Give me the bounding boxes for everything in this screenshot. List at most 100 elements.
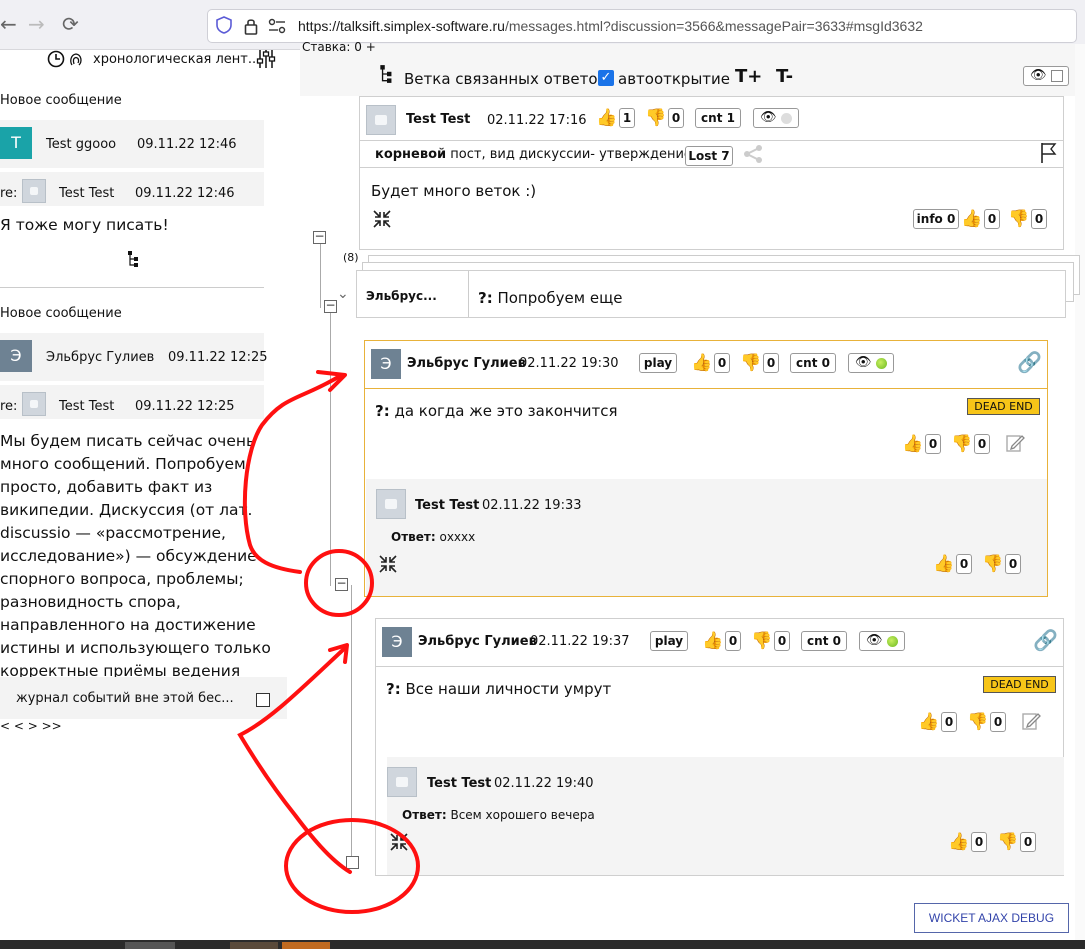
branch-label[interactable]: Ветка связанных ответов (404, 70, 606, 88)
re-author[interactable]: Test Test (59, 186, 114, 201)
branch-tree-icon[interactable] (127, 250, 141, 272)
reload-icon[interactable]: ⟳ (62, 12, 79, 36)
annotation-arrowhead-upper (316, 370, 347, 392)
dislikes-count: 0 (1020, 832, 1036, 852)
question-mark: ?: (375, 402, 390, 420)
filter-sliders-icon[interactable] (256, 50, 276, 73)
lost-badge[interactable]: Lost 7 (685, 146, 733, 166)
scrollbar[interactable] (1075, 44, 1085, 940)
visibility-toggle[interactable]: 👁 (859, 631, 905, 651)
expand-message-button[interactable] (346, 856, 359, 869)
branch-text: ?: Попробуем еще (478, 289, 622, 307)
url-text[interactable]: https://talksift.simplex-software.ru/mes… (298, 18, 923, 34)
thumbs-up-icon[interactable]: 👍 (691, 353, 712, 373)
visibility-toggle[interactable]: 👁 (1023, 66, 1069, 86)
root-post-card: Test Test 02.11.22 17:16 👍 1 👎 0 cnt 1 👁… (359, 96, 1064, 250)
taskbar-item[interactable] (282, 942, 330, 949)
thumbs-up-icon[interactable]: 👍 (596, 108, 617, 128)
taskbar-item[interactable] (125, 942, 175, 949)
author-name[interactable]: Эльбрус Гулиев (46, 350, 154, 365)
thumbs-up-icon[interactable]: 👍 (933, 554, 954, 574)
author-name[interactable]: Эльбрус Гулиев (407, 356, 526, 371)
body-line: много сообщений. Попробуем (0, 455, 246, 473)
thumbs-down-icon[interactable]: 👎 (982, 554, 1003, 574)
fingerprint-icon[interactable] (67, 50, 85, 72)
clock-icon[interactable] (47, 50, 65, 72)
post-type-bar: корневой пост, вид дискуссии- утверждени… (360, 140, 1063, 168)
branch-card[interactable]: Эльбрус... ?: Попробуем еще (356, 270, 1066, 318)
thumbs-down-icon[interactable]: 👎 (997, 832, 1018, 852)
thumbs-up-icon[interactable]: 👍 (902, 434, 923, 454)
body-line: исследование») — обсуждение (0, 547, 257, 565)
collapse-arrows-icon[interactable] (389, 832, 409, 856)
edit-icon[interactable] (1005, 433, 1025, 457)
thumbs-up-icon[interactable]: 👍 (702, 631, 723, 651)
collapse-root-button[interactable]: − (313, 230, 326, 244)
thumbs-up-icon[interactable]: 👍 (961, 209, 982, 229)
branch-tree-icon[interactable] (379, 64, 395, 88)
question-text: да когда же это закончится (389, 402, 618, 420)
flag-icon[interactable] (1039, 142, 1057, 168)
thumbs-down-icon[interactable]: 👎 (740, 353, 761, 373)
event-log-checkbox[interactable] (256, 693, 270, 707)
avatar: Э (0, 340, 32, 372)
reply-author[interactable]: Test Test (415, 498, 479, 513)
collapse-message-button[interactable]: − (335, 577, 348, 591)
message-date: 09.11.22 12:25 (168, 350, 268, 365)
thumbs-up-icon[interactable]: 👍 (918, 712, 939, 732)
reply-author[interactable]: Test Test (427, 776, 491, 791)
font-increase-button[interactable]: T+ (735, 66, 762, 87)
author-name[interactable]: Test ggooo (46, 137, 116, 152)
author-name[interactable]: Test Test (406, 112, 470, 127)
likes-count: 0 (971, 832, 987, 852)
cnt-badge[interactable]: cnt 1 (695, 108, 741, 128)
chevron-down-icon[interactable]: ⌄ (337, 286, 349, 302)
permissions-icon[interactable] (268, 18, 286, 38)
cnt-badge[interactable]: cnt 0 (790, 353, 836, 373)
play-button[interactable]: play (650, 631, 688, 651)
visibility-toggle[interactable]: 👁 (753, 108, 799, 128)
rate-label: Ставка: 0 + (302, 40, 376, 54)
lock-icon[interactable] (244, 17, 258, 39)
collapse-arrows-icon[interactable] (378, 554, 398, 578)
body-line: просто, добавить факт из (0, 478, 213, 496)
forward-icon[interactable]: → (28, 12, 45, 36)
reply-box: Test Test 02.11.22 19:33 Ответ: охххх 👍 … (366, 479, 1047, 596)
back-icon[interactable]: ← (0, 12, 17, 36)
wicket-ajax-debug-button[interactable]: WICKET AJAX DEBUG (914, 903, 1069, 933)
visibility-toggle[interactable]: 👁 (848, 353, 894, 373)
collapse-branch-button[interactable]: − (324, 299, 337, 313)
shield-icon[interactable] (216, 16, 232, 38)
taskbar-item[interactable] (230, 942, 278, 949)
thumbs-down-icon[interactable]: 👎 (645, 108, 666, 128)
body-line: википедии. Дискуссия (от лат. (0, 501, 253, 519)
address-bar[interactable]: https://talksift.simplex-software.ru/mes… (207, 9, 1077, 43)
re-author[interactable]: Test Test (59, 399, 114, 414)
play-button[interactable]: play (639, 353, 677, 373)
pager[interactable]: < < > >> (0, 719, 62, 733)
edit-icon[interactable] (1021, 711, 1041, 735)
cnt-badge[interactable]: cnt 0 (801, 631, 847, 651)
autoopen-checkbox[interactable]: ✓ (598, 70, 614, 86)
thumbs-down-icon[interactable]: 👎 (967, 712, 988, 732)
link-icon[interactable]: 🔗 (1033, 628, 1058, 652)
link-icon[interactable]: 🔗 (1017, 350, 1042, 374)
thumbs-down-icon[interactable]: 👎 (1008, 209, 1029, 229)
dislikes-count: 0 (1031, 209, 1047, 229)
info-badge[interactable]: info 0 (913, 209, 959, 229)
eye-icon: 👁 (760, 110, 777, 125)
reply-answer: Ответ: Всем хорошего вечера (402, 808, 595, 822)
dislikes-count: 0 (1005, 554, 1021, 574)
thumbs-down-icon[interactable]: 👎 (751, 631, 772, 651)
author-name[interactable]: Эльбрус Гулиев (418, 634, 537, 649)
answer-text: охххх (435, 530, 476, 544)
status-dot (887, 636, 898, 647)
collapse-arrows-icon[interactable] (372, 209, 392, 233)
author-name[interactable]: Эльбрус... (366, 289, 437, 303)
thumbs-up-icon[interactable]: 👍 (948, 832, 969, 852)
share-icon[interactable] (742, 144, 764, 168)
font-decrease-button[interactable]: T- (776, 66, 793, 87)
likes-count: 0 (984, 209, 1000, 229)
branch-question: Попробуем еще (492, 289, 623, 307)
thumbs-down-icon[interactable]: 👎 (951, 434, 972, 454)
